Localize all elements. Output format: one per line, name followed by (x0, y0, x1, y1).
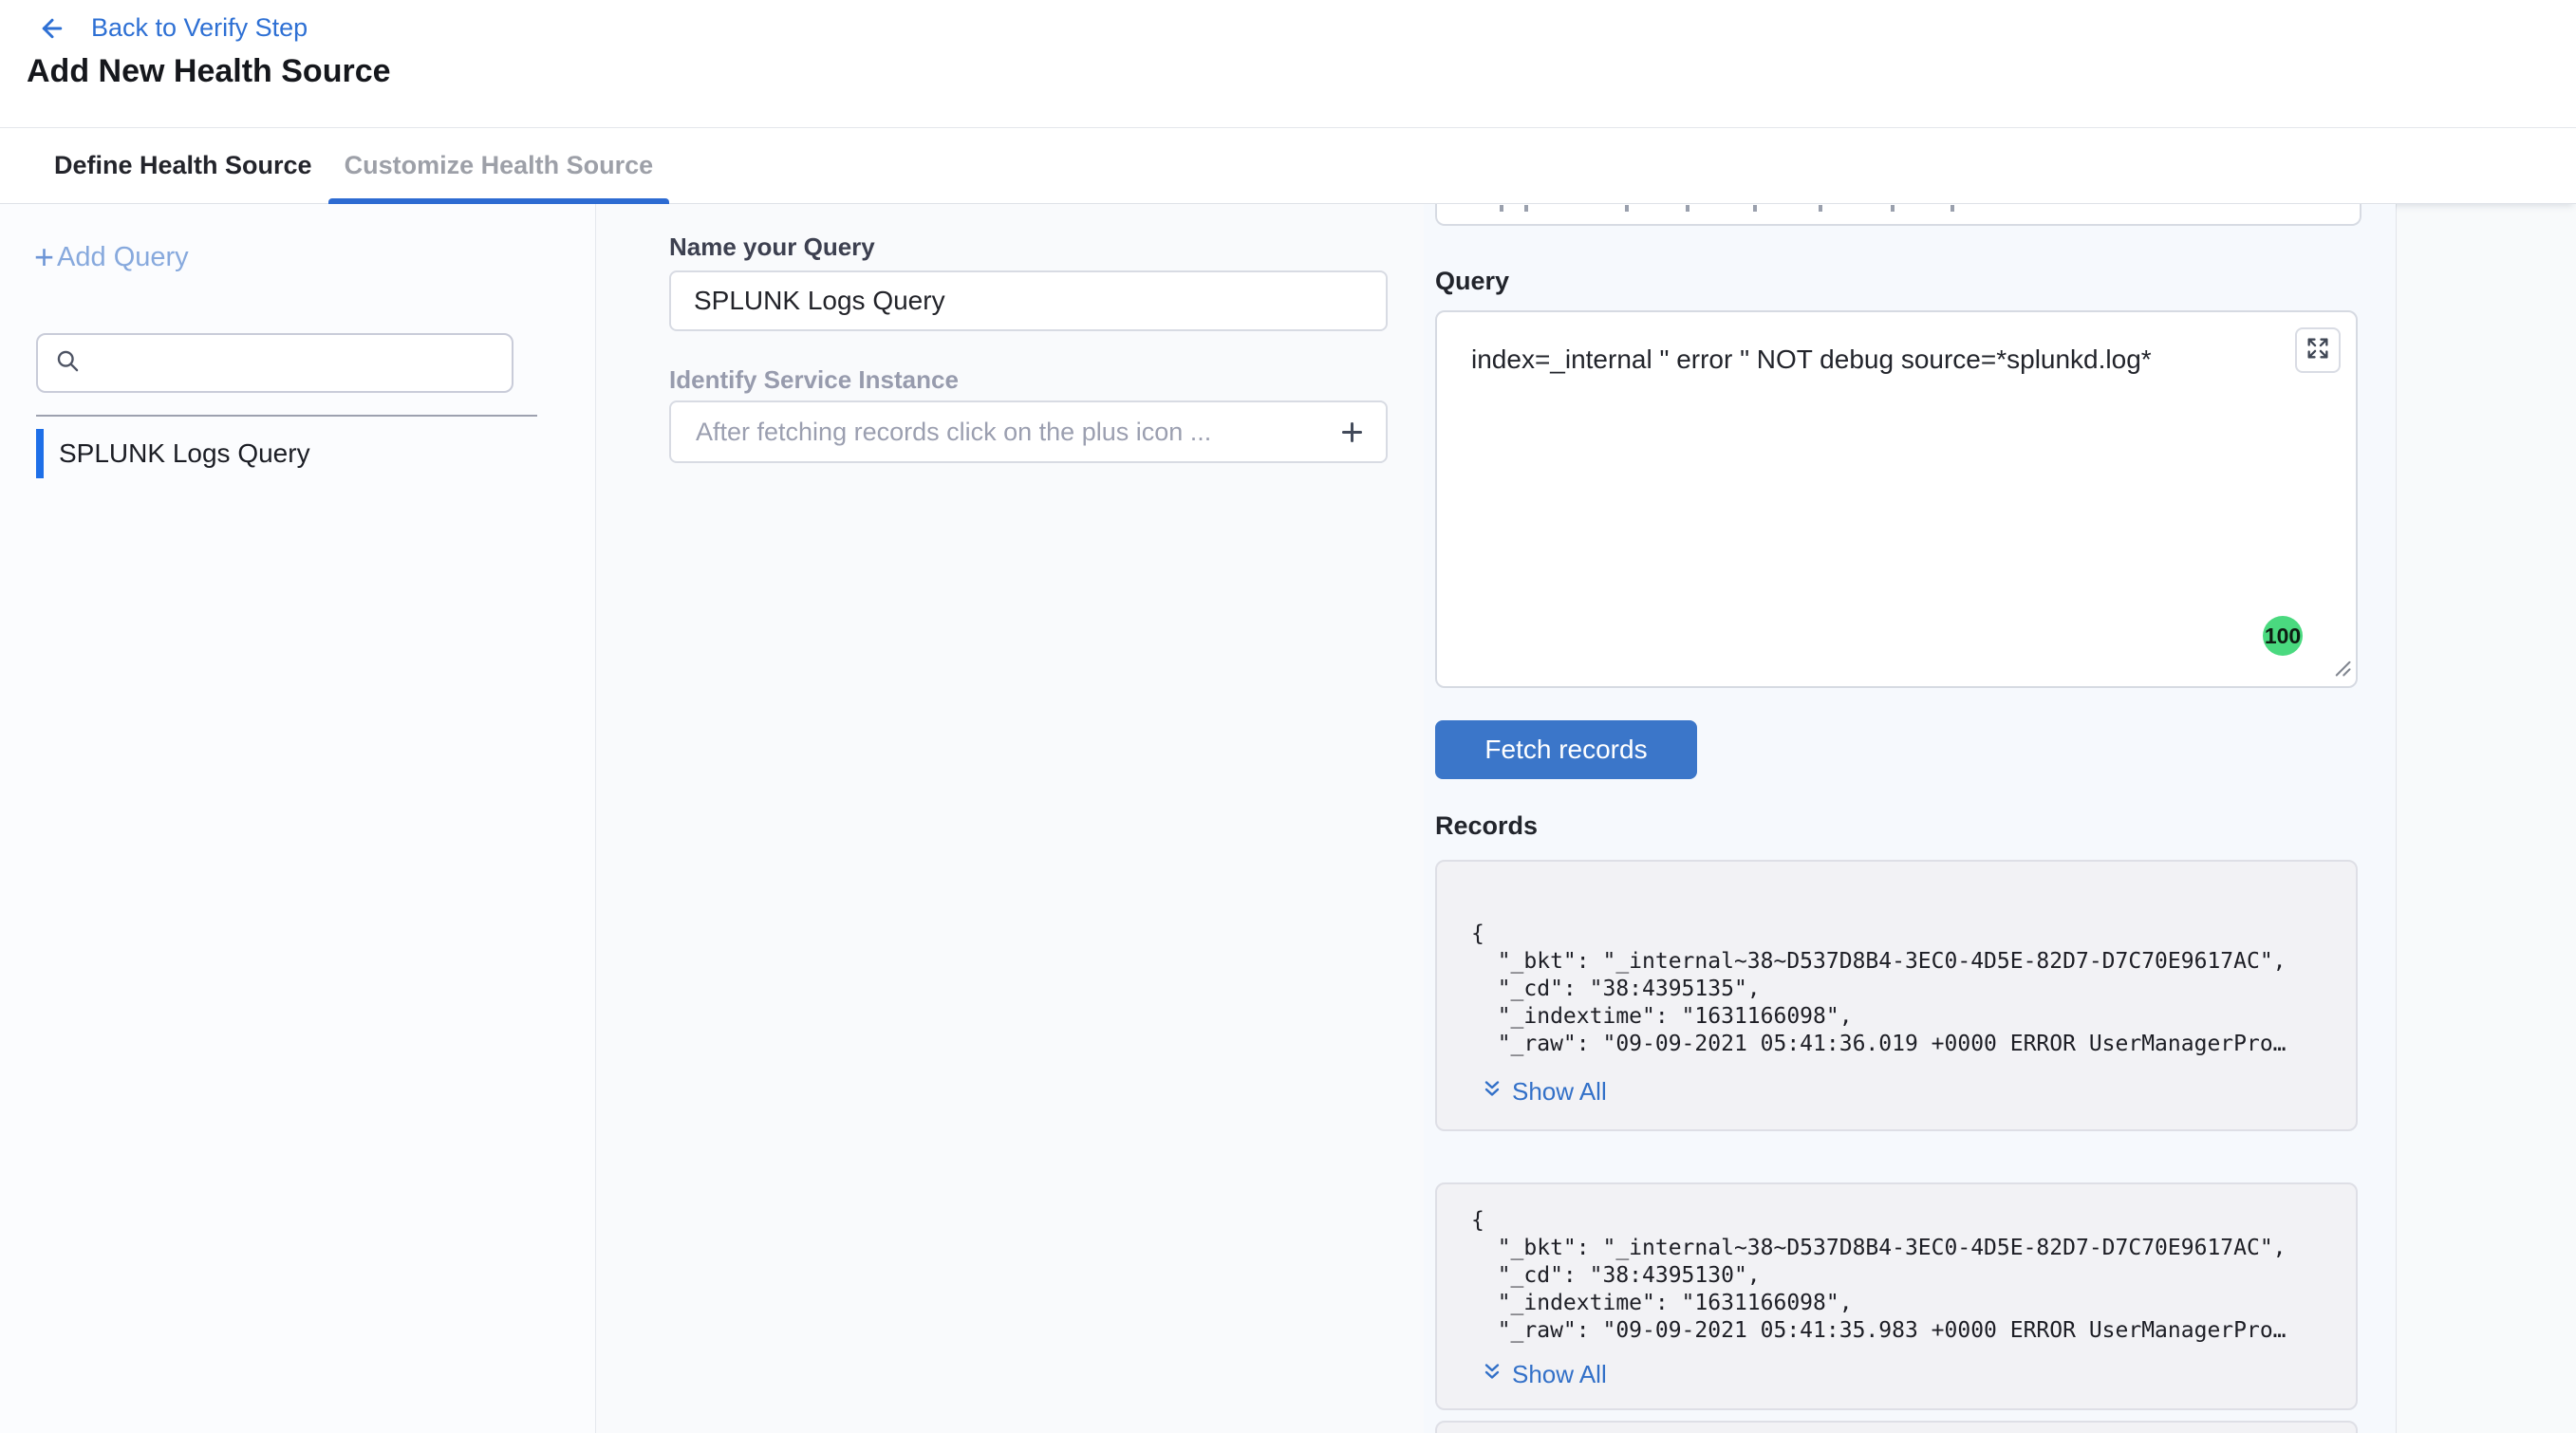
query-text[interactable]: index=_internal " error " NOT debug sour… (1471, 344, 2251, 375)
clipped-text-fragment (1500, 205, 1503, 212)
record-card: { "_bkt": "_internal~38~D537D8B4-3EC0-4D… (1435, 860, 2358, 1131)
record-card: { "_bkt": "_internal~38~D537D8B4-3EC0-4D… (1435, 1182, 2358, 1410)
sidebar-item-splunk-logs-query[interactable]: SPLUNK Logs Query (36, 429, 310, 478)
page-header: Back to Verify Step Add New Health Sourc… (0, 0, 2576, 204)
resize-handle-icon[interactable] (2333, 659, 2352, 682)
plus-icon: + (34, 240, 54, 274)
service-instance-placeholder: After fetching records click on the plus… (696, 418, 1337, 447)
search-input[interactable] (94, 348, 495, 378)
records-label: Records (1435, 811, 1538, 841)
back-link-label[interactable]: Back to Verify Step (91, 13, 308, 43)
query-sidebar: + Add Query SPLUNK Logs Query (0, 204, 596, 1433)
back-link[interactable]: Back to Verify Step (36, 13, 308, 43)
record-card-cut-off (1435, 1421, 2358, 1433)
tab-bar: Define Health Source Customize Health So… (0, 127, 2576, 204)
selected-indicator-bar (36, 429, 44, 478)
fullscreen-expand-icon (2305, 335, 2331, 366)
back-arrow-icon (36, 14, 68, 43)
identify-service-instance-label: Identify Service Instance (669, 365, 959, 395)
tab-define-health-source[interactable]: Define Health Source (38, 128, 328, 203)
show-all-link[interactable]: Show All (1481, 1077, 1607, 1107)
record-json: { "_bkt": "_internal~38~D537D8B4-3EC0-4D… (1471, 1207, 2287, 1345)
add-query-button[interactable]: + Add Query (34, 240, 189, 274)
query-label: Query (1435, 267, 1509, 296)
query-item-label: SPLUNK Logs Query (59, 438, 310, 469)
sidebar-divider (36, 415, 537, 417)
add-query-label: Add Query (57, 242, 189, 273)
content-area: + Add Query SPLUNK Logs Query Name your … (0, 204, 2576, 1433)
fetch-records-button[interactable]: Fetch records (1435, 720, 1697, 779)
right-panel-margin (2396, 204, 2576, 1433)
show-all-link[interactable]: Show All (1481, 1360, 1607, 1389)
double-chevron-down-icon (1481, 1077, 1503, 1107)
tab-customize-health-source[interactable]: Customize Health Source (328, 128, 670, 203)
query-search-box[interactable] (36, 333, 513, 393)
name-your-query-label: Name your Query (669, 233, 875, 262)
record-json: { "_bkt": "_internal~38~D537D8B4-3EC0-4D… (1471, 921, 2287, 1058)
double-chevron-down-icon (1481, 1360, 1503, 1389)
query-results-column: Query index=_internal " error " NOT debu… (1424, 204, 2396, 1433)
record-count-badge: 100 (2263, 616, 2303, 656)
cut-off-input[interactable] (1435, 204, 2361, 226)
page-title: Add New Health Source (27, 53, 391, 90)
add-service-instance-plus-icon[interactable] (1337, 418, 1367, 447)
search-icon (55, 348, 81, 379)
query-editor[interactable]: index=_internal " error " NOT debug sour… (1435, 310, 2358, 688)
service-instance-input[interactable]: After fetching records click on the plus… (669, 400, 1388, 463)
query-name-input[interactable] (669, 270, 1388, 331)
query-form-column: Name your Query Identify Service Instanc… (596, 204, 1424, 1433)
expand-query-button[interactable] (2295, 327, 2341, 373)
